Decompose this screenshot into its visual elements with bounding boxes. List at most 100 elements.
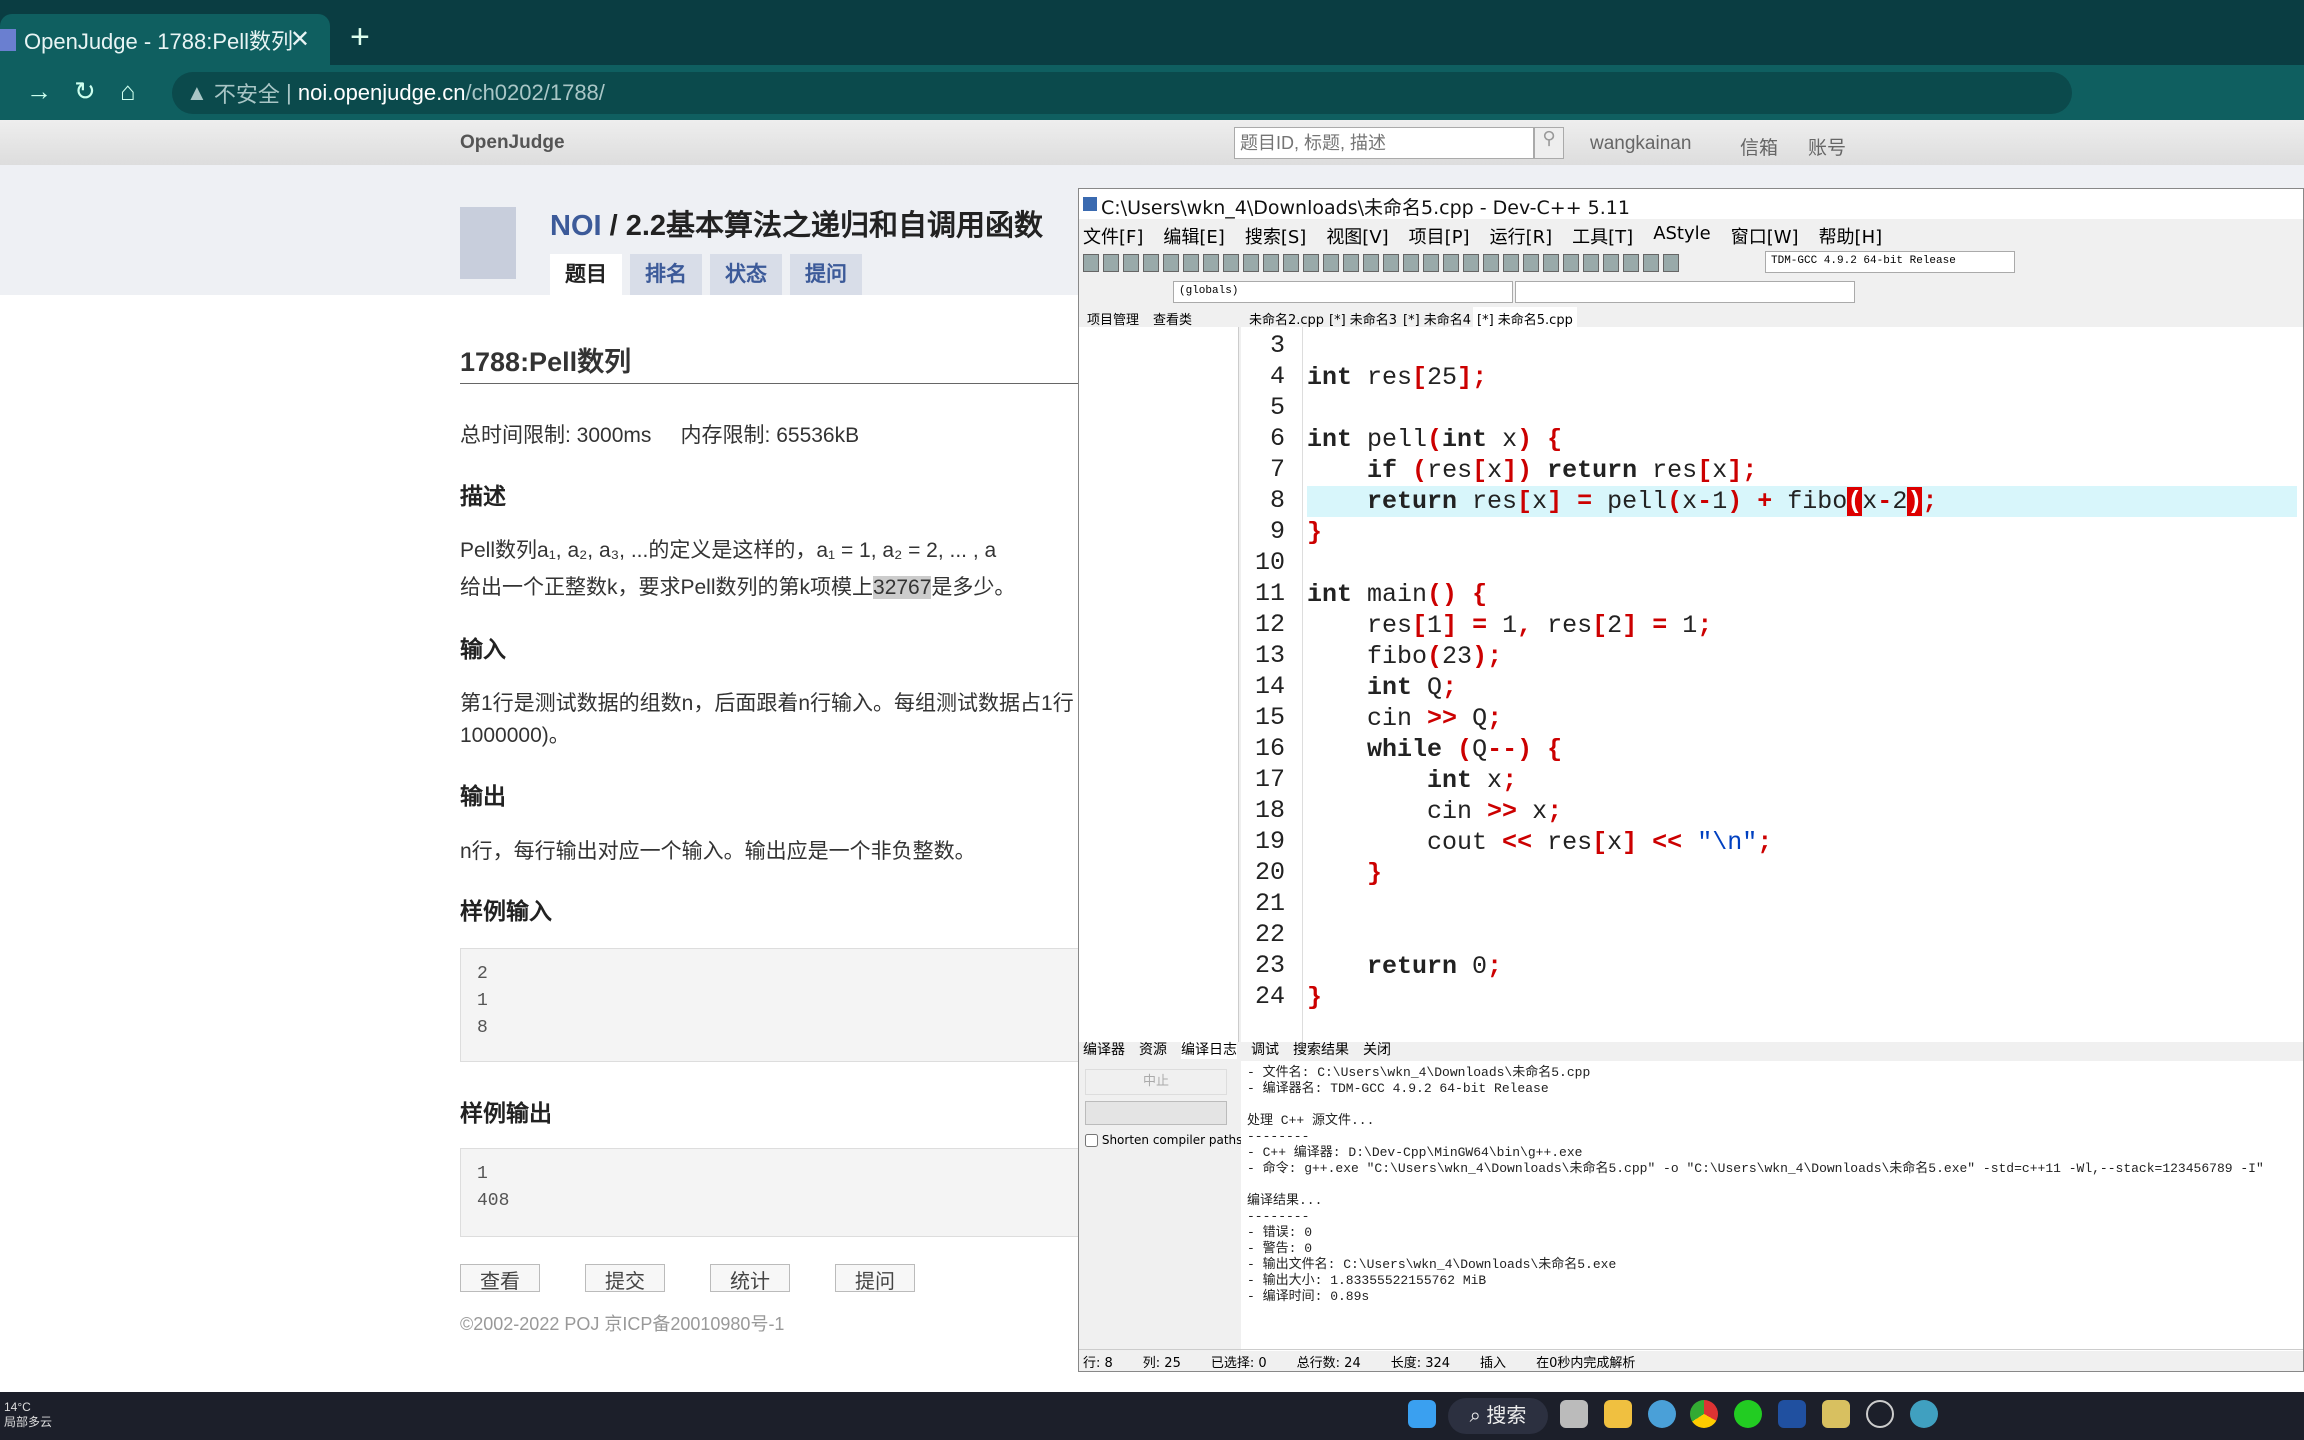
wechat-icon[interactable]: [1734, 1400, 1762, 1428]
code-editor[interactable]: 3 4 5 6 7 8 9 10 11 12 13 14 15 16 17 18 19 20 21 22 23 24 int…: [1241, 327, 2303, 1042]
toolbar-button-icon[interactable]: [1263, 254, 1279, 272]
menu-search[interactable]: 搜索[S]: [1245, 223, 1306, 249]
mail-link[interactable]: 信箱: [1740, 133, 1778, 160]
new-tab-button[interactable]: +: [350, 18, 370, 57]
code-line[interactable]: }: [1307, 982, 2297, 1013]
toolbar-button-icon[interactable]: [1423, 254, 1439, 272]
toolbar-button-icon[interactable]: [1143, 254, 1159, 272]
python-icon[interactable]: [1822, 1400, 1850, 1428]
task-view-icon[interactable]: [1560, 1400, 1588, 1428]
toolbar-button-icon[interactable]: [1103, 254, 1119, 272]
abort-button[interactable]: 中止: [1085, 1069, 1227, 1095]
menu-help[interactable]: 帮助[H]: [1819, 223, 1883, 249]
toolbar-button-icon[interactable]: [1523, 254, 1539, 272]
symbol-select[interactable]: [1515, 281, 1855, 303]
toolbar-button-icon[interactable]: [1083, 254, 1099, 272]
toolbar-button-icon[interactable]: [1623, 254, 1639, 272]
code-line[interactable]: return 0;: [1307, 951, 2297, 982]
toolbar-button-icon[interactable]: [1283, 254, 1299, 272]
menu-file[interactable]: 文件[F]: [1083, 223, 1143, 249]
toolbar-button-icon[interactable]: [1483, 254, 1499, 272]
tab-debug[interactable]: 调试: [1251, 1039, 1279, 1059]
toolbar-button-icon[interactable]: [1663, 254, 1679, 272]
code-line[interactable]: }: [1307, 517, 2297, 548]
home-icon[interactable]: ⌂: [120, 76, 150, 106]
toolbar-button-icon[interactable]: [1183, 254, 1199, 272]
tab-search-results[interactable]: 搜索结果: [1293, 1039, 1349, 1059]
account-link[interactable]: 账号: [1808, 133, 1846, 160]
toolbar-button-icon[interactable]: [1243, 254, 1259, 272]
ask-button[interactable]: 提问: [835, 1264, 915, 1293]
tab-compiler[interactable]: 编译器: [1083, 1039, 1125, 1059]
user-link[interactable]: wangkainan: [1590, 133, 1691, 155]
taskbar-search[interactable]: ⌕ 搜索: [1448, 1398, 1548, 1434]
toolbar-button-icon[interactable]: [1343, 254, 1359, 272]
toolbar-button-icon[interactable]: [1323, 254, 1339, 272]
toolbar-button-icon[interactable]: [1123, 254, 1139, 272]
code-line[interactable]: fibo(23);: [1307, 641, 2297, 672]
app-v-icon[interactable]: [1648, 1400, 1676, 1428]
shorten-paths-checkbox[interactable]: Shorten compiler paths: [1085, 1133, 1242, 1147]
checkbox[interactable]: [1085, 1134, 1098, 1147]
toolbar-button-icon[interactable]: [1403, 254, 1419, 272]
menu-edit[interactable]: 编辑[E]: [1163, 223, 1224, 249]
menu-tools[interactable]: 工具[T]: [1572, 223, 1633, 249]
forward-icon[interactable]: →: [26, 76, 56, 106]
code-line[interactable]: [1307, 393, 2297, 424]
toolbar-button-icon[interactable]: [1603, 254, 1619, 272]
code-line[interactable]: while (Q--) {: [1307, 734, 2297, 765]
view-button[interactable]: 查看: [460, 1264, 540, 1293]
toolbar-button-icon[interactable]: [1643, 254, 1659, 272]
compiler-select[interactable]: TDM-GCC 4.9.2 64-bit Release: [1765, 251, 2015, 273]
menu-astyle[interactable]: AStyle: [1653, 223, 1711, 249]
code-line[interactable]: [1307, 548, 2297, 579]
tab-close[interactable]: 关闭: [1363, 1039, 1391, 1059]
code-line[interactable]: int res[25];: [1307, 362, 2297, 393]
menu-run[interactable]: 运行[R]: [1490, 223, 1553, 249]
toolbar-button-icon[interactable]: [1543, 254, 1559, 272]
toolbar-button-icon[interactable]: [1383, 254, 1399, 272]
toolbar-button-icon[interactable]: [1443, 254, 1459, 272]
menu-window[interactable]: 窗口[W]: [1731, 223, 1799, 249]
breadcrumb-root[interactable]: NOI: [550, 210, 602, 242]
scope-select[interactable]: (globals): [1173, 281, 1513, 303]
obs-icon[interactable]: [1866, 1400, 1894, 1428]
tab-ask[interactable]: 提问: [790, 254, 862, 295]
code-line[interactable]: int x;: [1307, 765, 2297, 796]
site-brand[interactable]: OpenJudge: [460, 132, 565, 154]
windows-start-icon[interactable]: [1408, 1400, 1436, 1428]
code-line[interactable]: [1307, 920, 2297, 951]
code-line[interactable]: cin >> Q;: [1307, 703, 2297, 734]
code-line[interactable]: int pell(int x) {: [1307, 424, 2297, 455]
weather-widget[interactable]: 14°C 局部多云: [4, 1400, 52, 1430]
toolbar-button-icon[interactable]: [1363, 254, 1379, 272]
menu-project[interactable]: 项目[P]: [1409, 223, 1470, 249]
app-icon[interactable]: [1910, 1400, 1938, 1428]
close-tab-icon[interactable]: ✕: [290, 25, 310, 54]
code-line[interactable]: [1307, 889, 2297, 920]
submit-button[interactable]: 提交: [585, 1264, 665, 1293]
toolbar-button-icon[interactable]: [1583, 254, 1599, 272]
toolbar-button-icon[interactable]: [1463, 254, 1479, 272]
code-line[interactable]: res[1] = 1, res[2] = 1;: [1307, 610, 2297, 641]
toolbar-button-icon[interactable]: [1203, 254, 1219, 272]
code-line[interactable]: cin >> x;: [1307, 796, 2297, 827]
menu-view[interactable]: 视图[V]: [1326, 223, 1388, 249]
tab-problem[interactable]: 题目: [550, 254, 622, 295]
code-line[interactable]: }: [1307, 858, 2297, 889]
code-line[interactable]: return res[x] = pell(x-1) + fibo(x-2);: [1307, 486, 2297, 517]
browser-tab[interactable]: OpenJudge - 1788:Pell数列 ✕: [0, 14, 330, 65]
code-line[interactable]: [1307, 331, 2297, 362]
toolbar-button-icon[interactable]: [1163, 254, 1179, 272]
tab-compile-log[interactable]: 编译日志: [1181, 1039, 1237, 1059]
toolbar-button-icon[interactable]: [1563, 254, 1579, 272]
tab-status[interactable]: 状态: [710, 254, 782, 295]
toolbar-button-icon[interactable]: [1303, 254, 1319, 272]
devcpp-icon[interactable]: [1778, 1400, 1806, 1428]
chrome-icon[interactable]: [1690, 1400, 1718, 1428]
file-explorer-icon[interactable]: [1604, 1400, 1632, 1428]
tab-ranking[interactable]: 排名: [630, 254, 702, 295]
code-line[interactable]: if (res[x]) return res[x];: [1307, 455, 2297, 486]
code-line[interactable]: int main() {: [1307, 579, 2297, 610]
address-bar[interactable]: ▲ 不安全 | noi.openjudge.cn/ch0202/1788/: [172, 72, 2072, 114]
